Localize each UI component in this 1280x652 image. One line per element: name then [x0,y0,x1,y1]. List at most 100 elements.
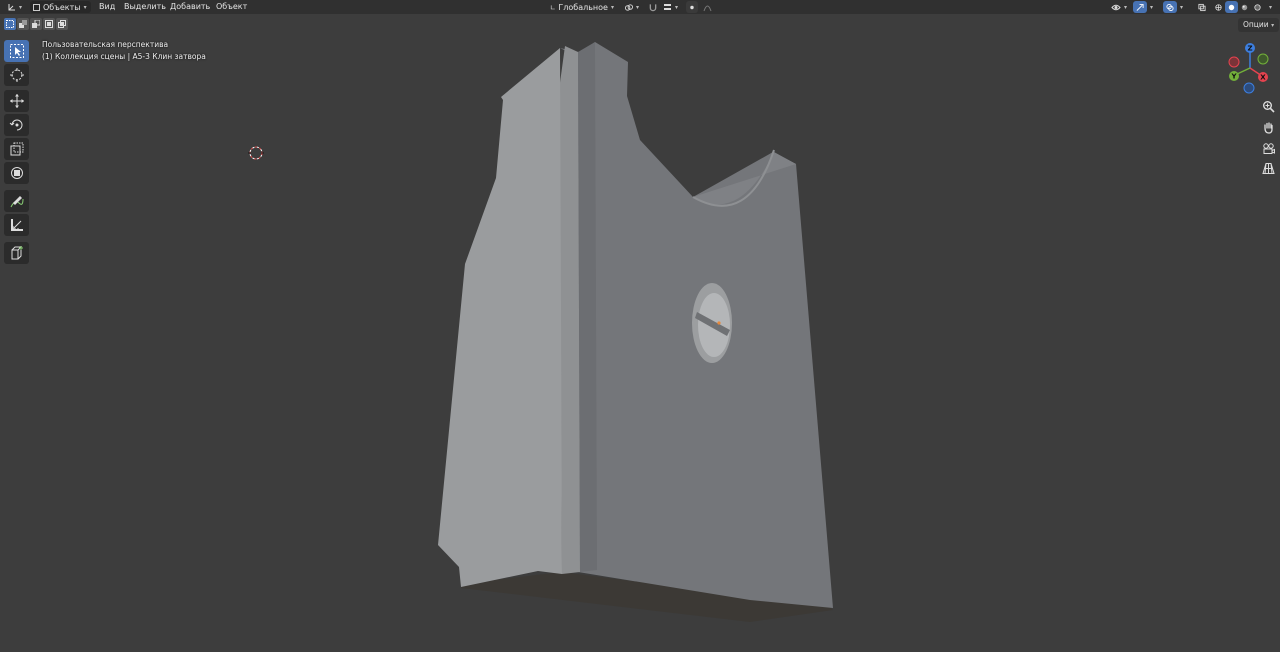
menu-select[interactable]: Выделить [124,1,166,13]
shading-rendered[interactable] [1251,1,1264,13]
hand-pan-icon [1263,121,1273,134]
select-mode-group [4,18,68,32]
chevron-down-icon: ▾ [1180,3,1184,11]
proportional-edit-toggle[interactable] [686,1,698,13]
chevron-down-icon: ▾ [83,3,87,11]
magnet-icon [649,3,657,11]
select-intersect-button[interactable] [56,18,68,30]
scale-icon [10,142,23,156]
move-tool[interactable] [4,90,29,112]
options-dropdown[interactable]: Опции ▾ [1238,18,1280,32]
zoom-button[interactable] [1259,97,1277,115]
select-new-icon [6,20,14,28]
viewport-header: ▾ Объекты ▾ Вид Выделить Добавить Объект… [0,0,1280,14]
cursor-tool[interactable] [4,64,29,86]
menu-add[interactable]: Добавить [170,1,210,13]
gizmo-icon [1136,3,1144,11]
move-arrows-icon [9,94,24,108]
view-name-label: Пользовательская перспектива [42,40,169,49]
proportional-falloff-dropdown[interactable] [700,1,718,13]
scale-tool[interactable] [4,138,29,160]
object-origin-dot [717,321,721,325]
proportional-edit-icon [690,5,694,9]
gizmo-dropdown[interactable]: ▾ [1147,1,1157,13]
3d-cursor-icon [9,68,24,82]
navigation-gizmo[interactable]: Z X Y [1222,40,1278,96]
overlay-dropdown[interactable]: ▾ [1177,1,1187,13]
gizmo-z-label: Z [1247,45,1252,53]
transform-icon [10,167,23,179]
gizmo-neg-y[interactable] [1257,53,1269,65]
ruler-icon [10,219,23,231]
pan-button[interactable] [1259,118,1277,136]
wedge-left-face[interactable] [438,48,562,587]
options-label: Опции [1243,20,1269,29]
orientation-label: Глобальное [558,2,608,12]
zoom-icon [1262,100,1275,113]
select-extend-icon [19,20,27,28]
transform-orientation-icon [550,4,555,9]
add-cube-tool[interactable] [4,242,29,264]
solid-icon [1228,4,1235,10]
mode-dropdown[interactable]: Объекты ▾ [30,1,91,13]
add-cube-icon [11,246,23,260]
gizmo-x-label: X [1260,74,1266,82]
select-new-button[interactable] [4,18,16,30]
menu-object[interactable]: Объект [216,1,247,13]
select-extend-button[interactable] [17,18,29,30]
chevron-down-icon: ▾ [1271,22,1275,29]
select-invert-icon [45,20,53,28]
shading-dropdown[interactable]: ▾ [1266,1,1278,13]
wedge-groove-face[interactable] [559,46,580,574]
collection-info-label: (1) Коллекция сцены | А5-3 Клин затвора [42,52,206,61]
shading-material[interactable] [1238,1,1251,13]
pivot-icon [625,3,633,11]
cursor-arrow-icon [9,44,24,58]
gizmo-neg-z[interactable] [1243,82,1255,94]
overlay-toggle[interactable] [1163,1,1177,13]
shading-solid[interactable] [1225,1,1238,13]
wedge-groove-wall[interactable] [578,42,597,572]
snap-toggle[interactable] [646,1,660,13]
select-invert-button[interactable] [43,18,55,30]
annotate-tool[interactable] [4,190,29,212]
grid-perspective-icon [1261,162,1275,174]
eye-visibility-icon [1111,4,1121,10]
gizmo-toggle[interactable] [1133,1,1147,13]
projection-toggle-button[interactable] [1259,159,1277,177]
gizmo-neg-x[interactable] [1228,56,1240,68]
chevron-down-icon: ▾ [1269,3,1273,11]
xray-icon [1198,3,1206,11]
transform-tool[interactable] [4,162,29,184]
gizmo-y-label: Y [1230,73,1237,81]
scene-canvas[interactable] [0,0,1280,652]
snap-increment-icon [664,3,671,10]
select-subtract-icon [32,20,40,28]
object-mode-icon [33,3,40,11]
xray-toggle[interactable] [1195,1,1209,13]
3d-cursor-icon[interactable] [248,146,264,160]
menu-view[interactable]: Вид [99,1,115,13]
camera-view-button[interactable] [1259,139,1277,157]
3d-viewport[interactable] [0,0,1280,652]
select-subtract-button[interactable] [30,18,42,30]
measure-tool[interactable] [4,214,29,236]
chevron-down-icon: ▾ [610,3,614,11]
rendered-icon [1254,3,1261,11]
chevron-down-icon: ▾ [635,3,639,11]
visibility-dropdown[interactable]: ▾ [1108,1,1130,13]
falloff-curve-icon [703,5,712,11]
pivot-dropdown[interactable]: ▾ [622,1,642,13]
chevron-down-icon: ▾ [1150,3,1154,11]
snap-target-dropdown[interactable]: ▾ [660,1,682,13]
orientation-dropdown[interactable]: Глобальное ▾ [547,1,617,13]
select-box-tool[interactable] [4,40,29,62]
rotate-tool[interactable] [4,114,29,136]
select-intersect-icon [58,20,66,28]
rotate-icon [9,119,22,131]
editor-type-dropdown[interactable]: ▾ [4,1,26,13]
wireframe-icon [1215,3,1222,11]
object-axes-icon [8,3,15,10]
camera-icon [1262,142,1275,154]
shading-wireframe[interactable] [1212,1,1225,13]
